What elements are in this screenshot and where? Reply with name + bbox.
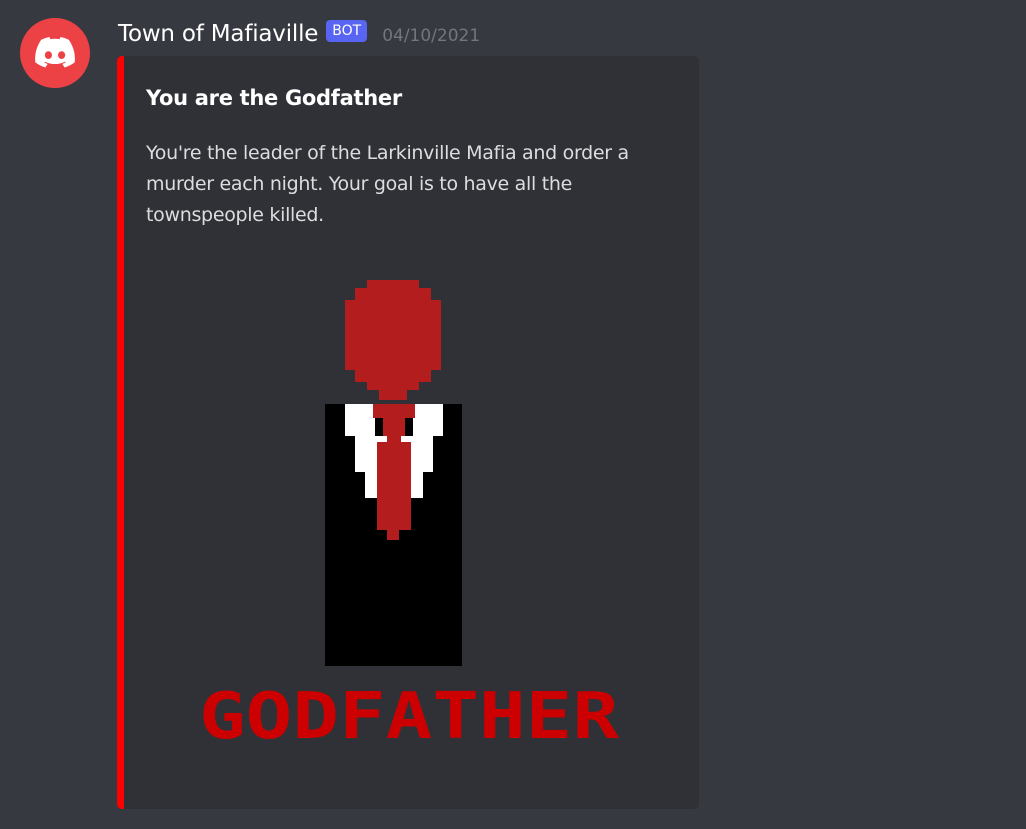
- role-embed: You are the Godfather You're the leader …: [117, 56, 699, 809]
- embed-title: You are the Godfather: [146, 86, 402, 110]
- chat-message: Town of Mafiaville BOT 04/10/2021 You ar…: [0, 0, 1026, 829]
- bot-avatar[interactable]: [20, 18, 90, 88]
- message-header: Town of Mafiaville BOT 04/10/2021: [118, 18, 480, 50]
- figure-head: [345, 280, 441, 400]
- author-name[interactable]: Town of Mafiaville: [118, 21, 318, 47]
- embed-description: You're the leader of the Larkinville Maf…: [146, 142, 629, 226]
- discord-logo-icon: [35, 37, 75, 68]
- message-timestamp[interactable]: 04/10/2021: [382, 26, 480, 46]
- embed-color-bar: [117, 56, 124, 809]
- image-caption: GODFATHER: [199, 680, 620, 744]
- embed-image[interactable]: GODFATHER: [195, 280, 623, 754]
- bot-tag: BOT: [326, 20, 368, 42]
- godfather-pixel-art: GODFATHER: [199, 280, 620, 754]
